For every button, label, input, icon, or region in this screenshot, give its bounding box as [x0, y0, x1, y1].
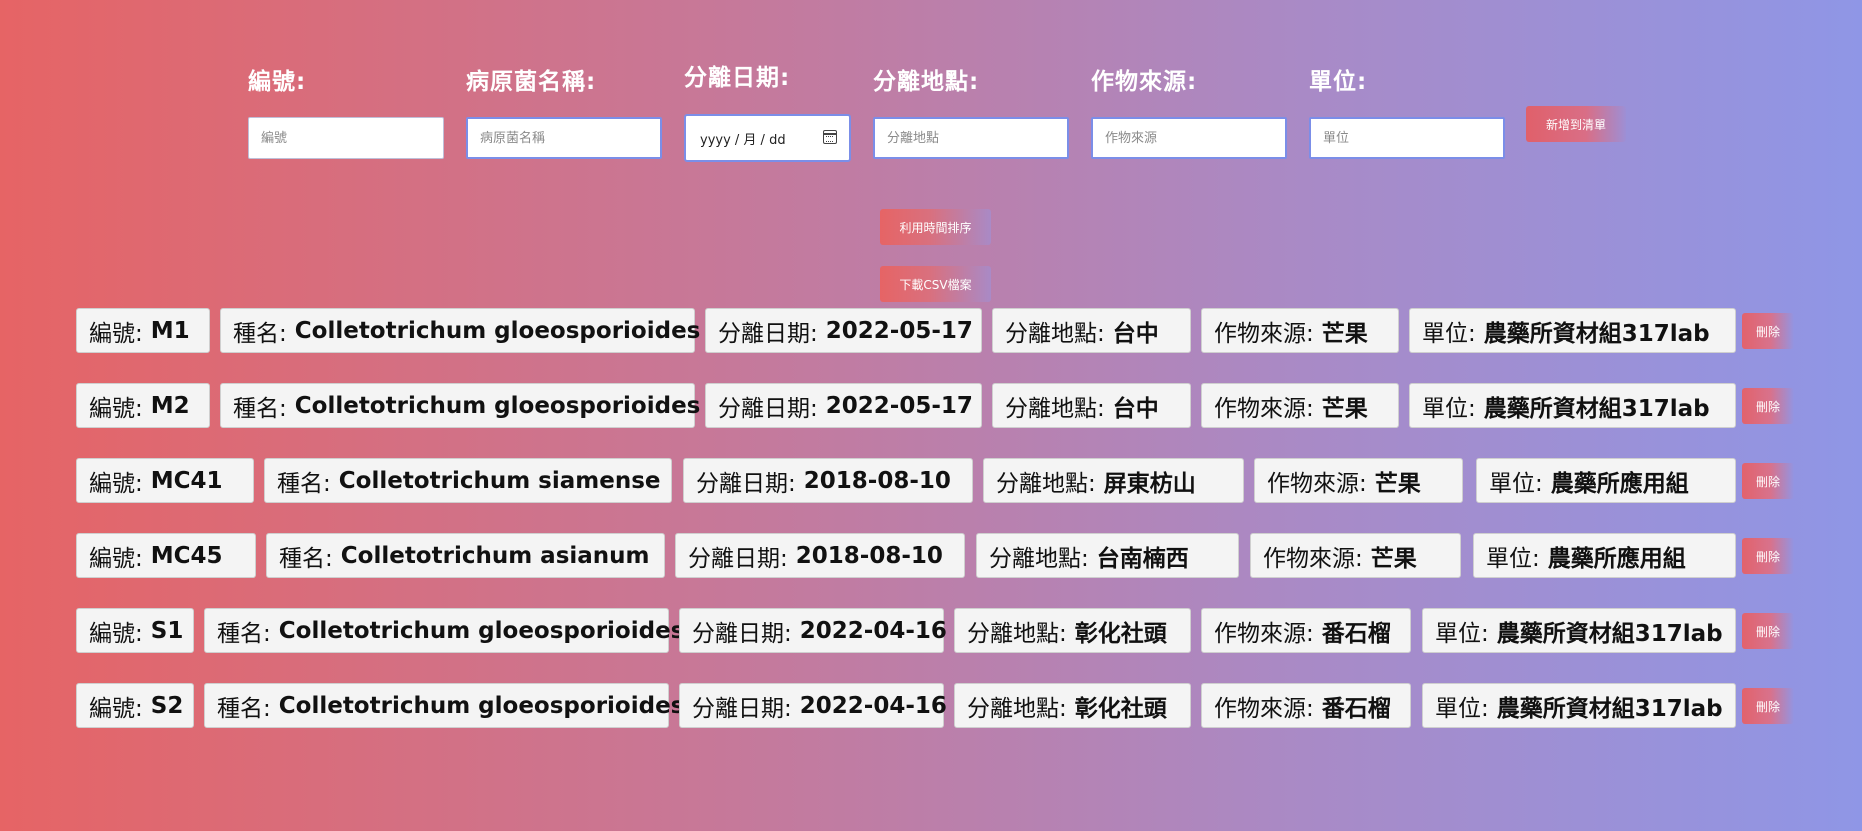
delete-button[interactable]: 刪除 — [1742, 688, 1794, 724]
unit-input[interactable] — [1309, 117, 1505, 159]
record-unit: 單位: 農藥所資材組317lab — [1422, 683, 1736, 728]
record-unit: 單位: 農藥所資材組317lab — [1409, 383, 1736, 428]
location-label: 分離地點: — [873, 69, 980, 95]
record-location: 分離地點: 台南楠西 — [976, 533, 1239, 578]
record-location: 分離地點: 台中 — [992, 308, 1191, 353]
crop-field: 作物來源: — [1091, 62, 1287, 159]
record-date: 分離日期: 2022-05-17 — [705, 383, 982, 428]
record-location: 分離地點: 彰化社頭 — [954, 683, 1191, 728]
record-crop: 作物來源: 番石榴 — [1201, 608, 1411, 653]
unit-field: 單位: — [1309, 62, 1505, 159]
date-input[interactable]: yyyy / 月 / dd — [684, 114, 851, 162]
record-location: 分離地點: 屏東枋山 — [983, 458, 1244, 503]
location-input[interactable] — [873, 117, 1069, 159]
pathogen-input[interactable] — [466, 117, 662, 159]
record-species: 種名: Colletotrichum gloeosporioides — [220, 383, 700, 428]
record-species: 種名: Colletotrichum gloeosporioides — [204, 683, 684, 728]
record-unit: 單位: 農藥所資材組317lab — [1409, 308, 1736, 353]
record-date: 分離日期: 2022-04-16 — [679, 683, 947, 728]
record-id: 編號: S2 — [76, 683, 194, 728]
crop-label: 作物來源: — [1091, 69, 1198, 95]
pathogen-label: 病原菌名稱: — [466, 69, 597, 95]
delete-button[interactable]: 刪除 — [1742, 613, 1794, 649]
delete-button[interactable]: 刪除 — [1742, 388, 1794, 424]
record-unit: 單位: 農藥所資材組317lab — [1422, 608, 1736, 653]
record-species: 種名: Colletotrichum asianum — [266, 533, 665, 578]
delete-button[interactable]: 刪除 — [1742, 538, 1794, 574]
record-species: 種名: Colletotrichum gloeosporioides — [220, 308, 700, 353]
calendar-icon[interactable] — [823, 130, 837, 144]
record-location: 分離地點: 台中 — [992, 383, 1191, 428]
record-id: 編號: MC41 — [76, 458, 254, 503]
id-field: 編號: — [248, 62, 444, 159]
record-crop: 作物來源: 芒果 — [1201, 383, 1399, 428]
location-field: 分離地點: — [873, 62, 1069, 159]
record-unit: 單位: 農藥所應用組 — [1473, 533, 1736, 578]
record-id: 編號: S1 — [76, 608, 194, 653]
record-date: 分離日期: 2022-05-17 — [705, 308, 982, 353]
record-id: 編號: M1 — [76, 308, 210, 353]
unit-label: 單位: — [1309, 69, 1368, 95]
record-date: 分離日期: 2018-08-10 — [683, 458, 973, 503]
record-id: 編號: MC45 — [76, 533, 256, 578]
record-species: 種名: Colletotrichum siamense — [264, 458, 672, 503]
download-csv-button[interactable]: 下載CSV檔案 — [880, 266, 991, 302]
entry-form: 編號: 病原菌名稱: 分離日期: yyyy / 月 / dd 分離地點: 作物來… — [0, 0, 1862, 170]
record-crop: 作物來源: 芒果 — [1250, 533, 1461, 578]
date-field: 分離日期: yyyy / 月 / dd — [684, 58, 851, 162]
pathogen-field: 病原菌名稱: — [466, 62, 662, 159]
record-crop: 作物來源: 芒果 — [1201, 308, 1399, 353]
date-label: 分離日期: — [684, 65, 791, 91]
delete-button[interactable]: 刪除 — [1742, 463, 1794, 499]
record-crop: 作物來源: 番石榴 — [1201, 683, 1411, 728]
add-to-list-button[interactable]: 新增到清單 — [1526, 106, 1626, 142]
id-input[interactable] — [248, 117, 444, 159]
record-date: 分離日期: 2018-08-10 — [675, 533, 965, 578]
record-id: 編號: M2 — [76, 383, 210, 428]
record-species: 種名: Colletotrichum gloeosporioides — [204, 608, 684, 653]
record-crop: 作物來源: 芒果 — [1254, 458, 1463, 503]
record-date: 分離日期: 2022-04-16 — [679, 608, 947, 653]
delete-button[interactable]: 刪除 — [1742, 313, 1794, 349]
record-location: 分離地點: 彰化社頭 — [954, 608, 1191, 653]
sort-by-time-button[interactable]: 利用時間排序 — [880, 209, 991, 245]
date-placeholder: yyyy / 月 / dd — [700, 132, 786, 148]
id-label: 編號: — [248, 69, 307, 95]
record-unit: 單位: 農藥所應用組 — [1476, 458, 1736, 503]
crop-input[interactable] — [1091, 117, 1287, 159]
